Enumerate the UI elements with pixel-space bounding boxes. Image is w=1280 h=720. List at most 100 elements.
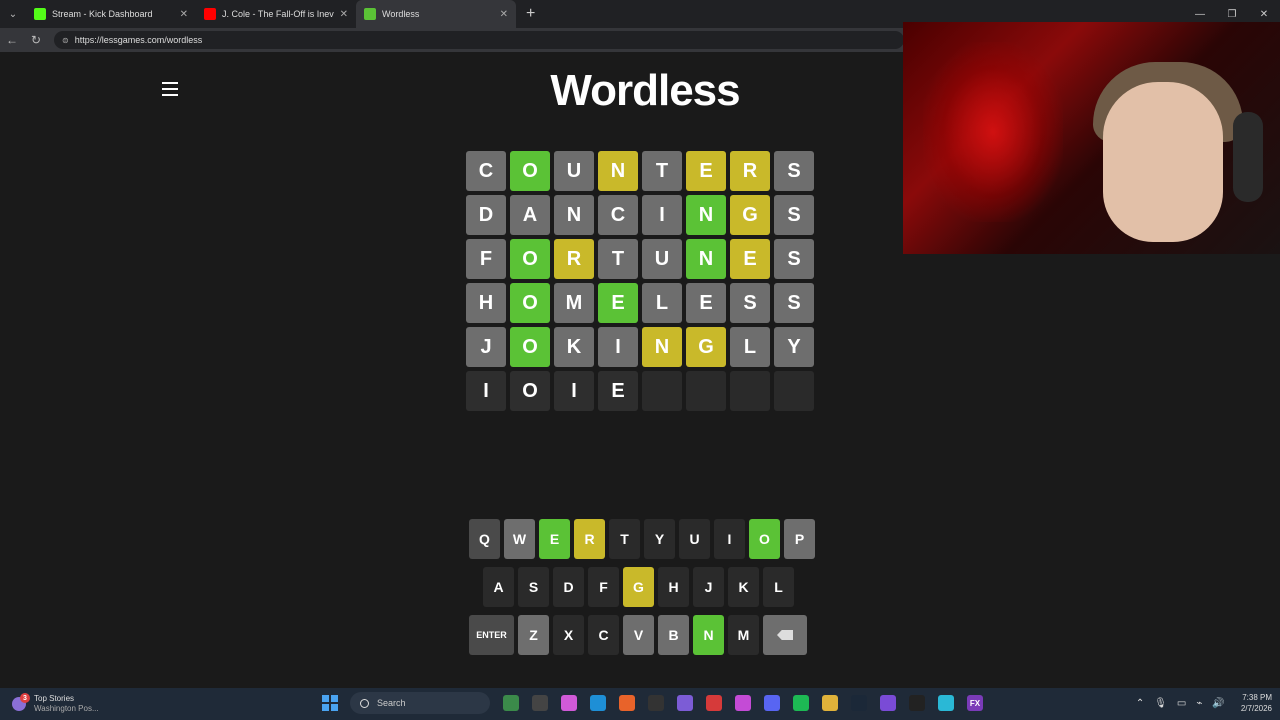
reload-icon[interactable]: ↻ — [24, 33, 48, 47]
board-tile: G — [730, 195, 770, 235]
keyboard-row: QWERTYUIOP — [469, 519, 819, 559]
key-e[interactable]: E — [539, 519, 570, 559]
key-w[interactable]: W — [504, 519, 535, 559]
back-icon[interactable]: ← — [0, 33, 24, 47]
board-tile: I — [466, 371, 506, 411]
key-u[interactable]: U — [679, 519, 710, 559]
tab-title: Stream - Kick Dashboard — [52, 9, 153, 19]
on-screen-keyboard: Q W E R T Y U I O P A S D F G H J K L ENTER Z X C V B N M — [469, 519, 819, 663]
key-h[interactable]: H — [658, 567, 689, 607]
browser-tab[interactable]: Wordless ✕ — [356, 0, 516, 28]
volume-icon[interactable]: 🔊 — [1212, 698, 1224, 709]
key-x[interactable]: X — [553, 615, 584, 655]
url-field[interactable]: ⊜ https://lessgames.com/wordless — [54, 31, 904, 49]
browser-tab[interactable]: Stream - Kick Dashboard ✕ — [26, 0, 196, 28]
board-tile: Y — [774, 327, 814, 367]
key-d[interactable]: D — [553, 567, 584, 607]
key-z[interactable]: Z — [518, 615, 549, 655]
taskbar-search[interactable]: Search — [350, 692, 490, 714]
board-tile: O — [510, 151, 550, 191]
close-window-icon[interactable]: ✕ — [1248, 9, 1280, 20]
key-r[interactable]: R — [574, 519, 605, 559]
key-o[interactable]: O — [749, 519, 780, 559]
backspace-key[interactable] — [763, 615, 807, 655]
close-tab-icon[interactable]: ✕ — [180, 9, 188, 20]
close-tab-icon[interactable]: ✕ — [500, 9, 508, 20]
keyboard-row: ENTER Z X C V B N M — [469, 615, 819, 655]
key-j[interactable]: J — [693, 567, 724, 607]
news-widget[interactable]: 3 Top Stories Washington Pos... — [12, 693, 99, 714]
key-p[interactable]: P — [784, 519, 815, 559]
app-red-icon[interactable] — [706, 695, 722, 711]
board-tile: J — [466, 327, 506, 367]
key-f[interactable]: F — [588, 567, 619, 607]
key-t[interactable]: T — [609, 519, 640, 559]
clock-time: 7:38 PM — [1242, 693, 1272, 702]
tab-search-icon[interactable]: ⌄ — [0, 0, 26, 28]
os-taskbar: 3 Top Stories Washington Pos... Search F… — [0, 688, 1280, 720]
chevron-up-icon[interactable]: ⌃ — [1136, 698, 1144, 709]
display-icon[interactable]: ▭ — [1177, 698, 1186, 709]
board-tile: N — [686, 195, 726, 235]
key-l[interactable]: L — [763, 567, 794, 607]
app-cyan-icon[interactable] — [938, 695, 954, 711]
browser-tab[interactable]: J. Cole - The Fall-Off is Inevita ✕ — [196, 0, 356, 28]
key-g[interactable]: G — [623, 567, 654, 607]
network-icon[interactable]: ⌁ — [1196, 698, 1202, 709]
key-n[interactable]: N — [693, 615, 724, 655]
key-q[interactable]: Q — [469, 519, 500, 559]
news-title: Top Stories — [34, 694, 75, 703]
menu-icon[interactable] — [162, 82, 178, 96]
enter-key[interactable]: ENTER — [469, 615, 514, 655]
key-y[interactable]: Y — [644, 519, 675, 559]
restore-icon[interactable]: ❐ — [1216, 9, 1248, 20]
folder-icon[interactable] — [822, 695, 838, 711]
game-logo: Wordless — [550, 66, 740, 115]
key-v[interactable]: V — [623, 615, 654, 655]
board-tile: C — [598, 195, 638, 235]
clock[interactable]: 7:38 PM 2/7/2026 — [1241, 692, 1272, 714]
key-k[interactable]: K — [728, 567, 759, 607]
board-tile: N — [598, 151, 638, 191]
board-tile: K — [554, 327, 594, 367]
discord-icon[interactable] — [764, 695, 780, 711]
board-tile: N — [642, 327, 682, 367]
board-tile: E — [686, 283, 726, 323]
red-light — [923, 42, 1063, 222]
key-s[interactable]: S — [518, 567, 549, 607]
copilot-icon[interactable] — [561, 695, 577, 711]
site-info-icon[interactable]: ⊜ — [62, 36, 69, 45]
key-i[interactable]: I — [714, 519, 745, 559]
firefox-icon[interactable] — [619, 695, 635, 711]
twitch-icon[interactable] — [677, 695, 693, 711]
fx-icon[interactable]: FX — [967, 695, 983, 711]
board-tile: O — [510, 283, 550, 323]
obs-icon[interactable] — [909, 695, 925, 711]
webcam-overlay — [903, 22, 1280, 254]
steam-icon[interactable] — [851, 695, 867, 711]
board-tile: L — [730, 327, 770, 367]
board-tile: S — [774, 283, 814, 323]
widget-app-icon[interactable] — [503, 695, 519, 711]
file-explorer-icon[interactable] — [532, 695, 548, 711]
itunes-icon[interactable] — [735, 695, 751, 711]
app-purple-icon[interactable] — [880, 695, 896, 711]
board-tile: E — [686, 151, 726, 191]
kick-icon — [34, 8, 46, 20]
key-m[interactable]: M — [728, 615, 759, 655]
microphone-icon[interactable]: 🎙 — [1154, 698, 1167, 709]
chrome-icon[interactable] — [648, 695, 664, 711]
new-tab-button[interactable]: + — [526, 5, 535, 23]
keyboard-row: ASDFGHJKL — [483, 567, 819, 607]
key-c[interactable]: C — [588, 615, 619, 655]
board-tile: O — [510, 239, 550, 279]
close-tab-icon[interactable]: ✕ — [340, 9, 348, 20]
windows-start-icon[interactable] — [322, 695, 338, 711]
edge-icon[interactable] — [590, 695, 606, 711]
key-a[interactable]: A — [483, 567, 514, 607]
minimize-icon[interactable]: — — [1184, 9, 1216, 20]
board-tile: N — [554, 195, 594, 235]
board-tile: O — [510, 327, 550, 367]
spotify-icon[interactable] — [793, 695, 809, 711]
key-b[interactable]: B — [658, 615, 689, 655]
